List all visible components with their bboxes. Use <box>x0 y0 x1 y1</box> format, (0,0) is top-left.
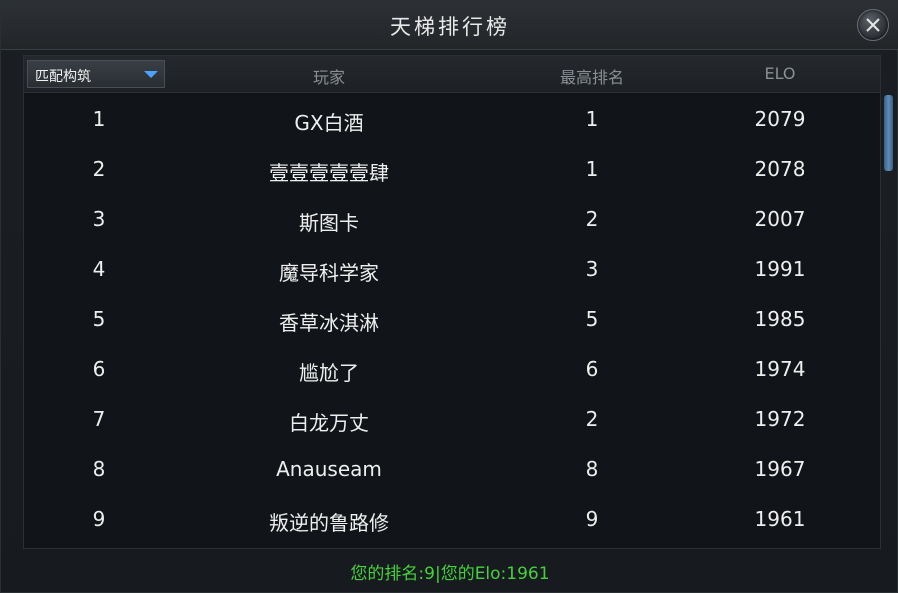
mode-dropdown-label: 匹配构筑 <box>35 69 91 85</box>
elo-cell: 1961 <box>754 507 806 531</box>
title-bar: 天梯排行榜 <box>1 1 898 50</box>
leaderboard-window: 天梯排行榜 匹配构筑 玩家 最高排名 ELO 1 GX白酒 1 2079 2 壹… <box>0 0 898 593</box>
table-row[interactable]: 5 香草冰淇淋 5 1985 <box>24 293 880 343</box>
elo-cell: 2007 <box>754 207 806 231</box>
elo-cell: 1974 <box>754 357 806 381</box>
best-rank-cell: 5 <box>585 307 599 331</box>
column-header-elo: ELO <box>764 64 796 83</box>
best-rank-cell: 9 <box>585 507 599 531</box>
close-icon <box>866 18 880 32</box>
player-cell: 尴尬了 <box>299 361 359 385</box>
best-rank-cell: 6 <box>585 357 599 381</box>
best-rank-cell: 2 <box>585 407 599 431</box>
table-row[interactable]: 1 GX白酒 1 2079 <box>24 93 880 143</box>
elo-cell: 2078 <box>754 157 806 181</box>
elo-cell: 2079 <box>754 107 806 131</box>
elo-cell: 1991 <box>754 257 806 281</box>
scrollbar-thumb[interactable] <box>884 95 893 171</box>
close-button[interactable] <box>857 9 889 41</box>
player-cell: 叛逆的鲁路修 <box>269 511 389 535</box>
column-header-player: 玩家 <box>312 68 345 87</box>
best-rank-cell: 1 <box>585 157 599 181</box>
player-cell: 斯图卡 <box>299 211 359 235</box>
rank-cell: 7 <box>92 407 106 431</box>
best-rank-cell: 1 <box>585 107 599 131</box>
table-row[interactable]: 4 魔导科学家 3 1991 <box>24 243 880 293</box>
rank-cell: 4 <box>92 257 106 281</box>
player-cell: Anauseam <box>276 457 382 481</box>
best-rank-cell: 3 <box>585 257 599 281</box>
table-header: 匹配构筑 玩家 最高排名 ELO <box>24 56 880 93</box>
chevron-down-icon <box>144 71 158 78</box>
table-row[interactable]: 9 叛逆的鲁路修 9 1961 <box>24 493 880 543</box>
player-cell: 白龙万丈 <box>289 411 369 435</box>
best-rank-cell: 2 <box>585 207 599 231</box>
player-cell: GX白酒 <box>294 111 364 135</box>
player-cell: 魔导科学家 <box>279 261 379 285</box>
mode-dropdown[interactable]: 匹配构筑 <box>27 60 165 88</box>
rank-cell: 6 <box>92 357 106 381</box>
my-rank-status: 您的排名:9|您的Elo:1961 <box>350 564 550 584</box>
table-row[interactable]: 2 壹壹壹壹壹肆 1 2078 <box>24 143 880 193</box>
rank-cell: 3 <box>92 207 106 231</box>
window-title: 天梯排行榜 <box>390 15 510 39</box>
rank-cell: 8 <box>92 457 106 481</box>
table-row[interactable]: 7 白龙万丈 2 1972 <box>24 393 880 443</box>
leaderboard-panel: 匹配构筑 玩家 最高排名 ELO 1 GX白酒 1 2079 2 壹壹壹壹壹肆 … <box>23 55 881 549</box>
elo-cell: 1967 <box>754 457 806 481</box>
column-header-best-rank: 最高排名 <box>559 68 624 87</box>
elo-cell: 1985 <box>754 307 806 331</box>
rank-cell: 9 <box>92 507 106 531</box>
rank-cell: 5 <box>92 307 106 331</box>
player-cell: 壹壹壹壹壹肆 <box>269 161 389 185</box>
player-cell: 香草冰淇淋 <box>279 311 379 335</box>
best-rank-cell: 8 <box>585 457 599 481</box>
rank-cell: 2 <box>92 157 106 181</box>
elo-cell: 1972 <box>754 407 806 431</box>
table-row[interactable]: 8 Anauseam 8 1967 <box>24 443 880 493</box>
table-row[interactable]: 3 斯图卡 2 2007 <box>24 193 880 243</box>
table-row[interactable]: 6 尴尬了 6 1974 <box>24 343 880 393</box>
rank-cell: 1 <box>92 107 106 131</box>
